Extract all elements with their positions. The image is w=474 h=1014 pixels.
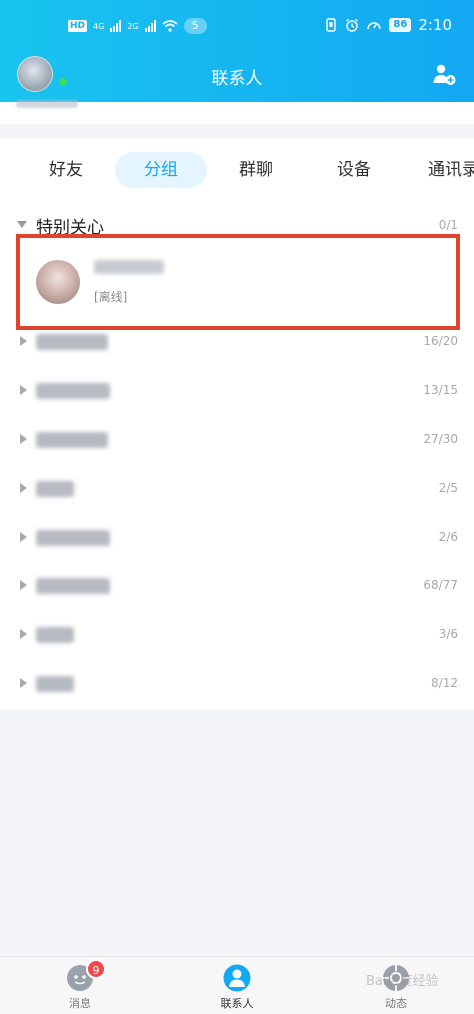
group-count: 2/6 [438, 530, 458, 544]
group-name-blurred [36, 530, 110, 546]
baidu-watermark: Bai百度经验 [366, 974, 439, 989]
group-name-blurred [36, 578, 110, 594]
contact-name-blurred [94, 260, 164, 274]
expand-right-icon [20, 678, 27, 688]
group-count: 2/5 [438, 481, 458, 495]
group-row[interactable]: 2/6 [0, 514, 474, 562]
search-strip [0, 100, 474, 124]
expand-right-icon [20, 532, 27, 542]
group-row[interactable]: 2/5 [0, 465, 474, 513]
group-row[interactable]: 27/30 [0, 416, 474, 464]
tab-devices[interactable]: 设备 [324, 152, 384, 188]
contact-avatar [36, 260, 80, 304]
tab-groups[interactable]: 分组 [115, 152, 207, 188]
notification-count-badge: 5 [183, 18, 207, 34]
network-4g-label: 4G [93, 21, 105, 31]
group-name-blurred [36, 432, 108, 448]
network-2g-label: 2G [127, 21, 139, 31]
contact-status: [离线] [94, 290, 128, 304]
group-count: 13/15 [423, 383, 458, 397]
expand-right-icon [20, 629, 27, 639]
group-name-blurred [36, 334, 108, 350]
group-count: 8/12 [431, 676, 458, 690]
status-bar: HD 4G 2G 5 86 2:10 [0, 0, 474, 44]
clock-time: 2:10 [418, 16, 452, 34]
signal-icon [110, 20, 122, 32]
group-name-blurred [36, 627, 74, 643]
tab-group-chats[interactable]: 群聊 [226, 152, 286, 188]
add-friend-icon[interactable] [432, 62, 456, 86]
hd-indicator: HD [68, 20, 88, 32]
blurred-text [16, 100, 78, 108]
group-name-blurred [36, 481, 74, 497]
contacts-icon [223, 964, 251, 992]
group-row[interactable]: 16/20 [0, 318, 474, 366]
unread-badge: 9 [86, 959, 106, 979]
tab-address-book[interactable]: 通讯录 [428, 152, 474, 188]
nav-label: 联系人 [220, 997, 254, 1010]
contact-item[interactable]: [离线] [16, 234, 460, 330]
nav-messages[interactable]: 9 消息 [40, 957, 120, 1014]
expand-right-icon [20, 385, 27, 395]
expand-right-icon [20, 434, 27, 444]
page-title: 联系人 [211, 69, 263, 89]
vibrate-icon [326, 18, 337, 32]
top-header: HD 4G 2G 5 86 2:10 联系人 [0, 0, 474, 102]
group-name-blurred [36, 383, 110, 399]
group-count: 3/6 [438, 627, 458, 641]
expand-down-icon [17, 221, 27, 228]
nav-label: 消息 [69, 997, 91, 1010]
group-count: 68/77 [423, 578, 458, 592]
signal-icon-2 [144, 20, 156, 32]
group-list: 特别关心 0/1 [离线] 16/20 13/15 27/30 2/5 2/6 … [0, 200, 474, 710]
battery-icon: 86 [389, 18, 412, 32]
group-row[interactable]: 13/15 [0, 367, 474, 415]
alarm-icon [346, 18, 359, 32]
group-name-blurred [36, 676, 74, 692]
group-row[interactable]: 8/12 [0, 660, 474, 708]
expand-right-icon [20, 580, 27, 590]
tab-bar: 好友 分组 群聊 设备 通讯录 [0, 138, 474, 200]
group-row[interactable]: 68/77 [0, 562, 474, 610]
expand-right-icon [20, 483, 27, 493]
speed-icon [367, 22, 382, 30]
group-count: 16/20 [423, 334, 458, 348]
group-count: 27/30 [423, 432, 458, 446]
expand-right-icon [20, 336, 27, 346]
group-row[interactable]: 3/6 [0, 611, 474, 659]
wifi-icon [162, 20, 178, 32]
nav-contacts[interactable]: 联系人 [197, 957, 277, 1014]
tab-friends[interactable]: 好友 [36, 152, 96, 188]
nav-label: 动态 [385, 997, 407, 1010]
group-count: 0/1 [438, 218, 458, 232]
